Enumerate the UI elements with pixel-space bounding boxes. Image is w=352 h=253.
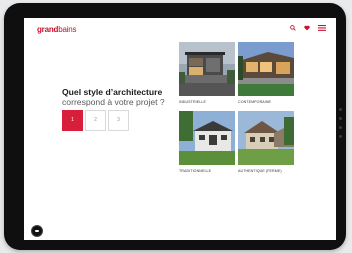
question-heading: Quel style d’architecture correspond à v… xyxy=(62,87,182,107)
heart-icon[interactable] xyxy=(304,25,310,31)
style-option-authentique[interactable]: AUTHENTIQUE (FERME) xyxy=(238,111,294,173)
style-option-traditionnelle[interactable]: TRADITIONNELLE xyxy=(179,111,235,173)
chat-widget-button[interactable] xyxy=(31,225,43,237)
menu-icon[interactable] xyxy=(318,25,326,31)
style-option-industrielle[interactable]: INDUSTRIELLE xyxy=(179,42,235,104)
pagination-dot[interactable] xyxy=(339,126,342,129)
traditionnelle-photo xyxy=(179,111,235,165)
header-icons xyxy=(290,25,326,31)
pagination-dot[interactable] xyxy=(339,117,342,120)
site-header: grandbains xyxy=(24,18,336,42)
screen: grandbains Quel style d’architecture cor… xyxy=(24,18,336,240)
contemporaine-photo xyxy=(238,42,294,96)
logo-bold: grand xyxy=(37,25,59,34)
industrielle-photo xyxy=(179,42,235,96)
style-caption: TRADITIONNELLE xyxy=(179,169,212,173)
style-option-contemporaine[interactable]: CONTEMPORAINE xyxy=(238,42,294,104)
logo-light: bains xyxy=(58,25,77,34)
step-1-button[interactable]: 1 xyxy=(62,110,83,131)
pagination-dot[interactable] xyxy=(339,108,342,111)
question-line-2: correspond à votre projet ? xyxy=(62,97,165,107)
step-indicator: 1 2 3 xyxy=(62,110,129,131)
style-caption: INDUSTRIELLE xyxy=(179,100,206,104)
chat-icon xyxy=(35,230,39,232)
step-2-button[interactable]: 2 xyxy=(85,110,106,131)
style-caption: CONTEMPORAINE xyxy=(238,100,272,104)
question-line-1: Quel style d’architecture xyxy=(62,87,163,97)
search-icon[interactable] xyxy=(290,25,296,31)
style-caption: AUTHENTIQUE (FERME) xyxy=(238,169,282,173)
logo[interactable]: grandbains xyxy=(37,25,77,34)
step-3-button[interactable]: 3 xyxy=(108,110,129,131)
pagination-dot[interactable] xyxy=(339,135,342,138)
tablet-frame: grandbains Quel style d’architecture cor… xyxy=(4,3,346,250)
authentique-photo xyxy=(238,111,294,165)
side-pagination-dots xyxy=(339,108,343,144)
